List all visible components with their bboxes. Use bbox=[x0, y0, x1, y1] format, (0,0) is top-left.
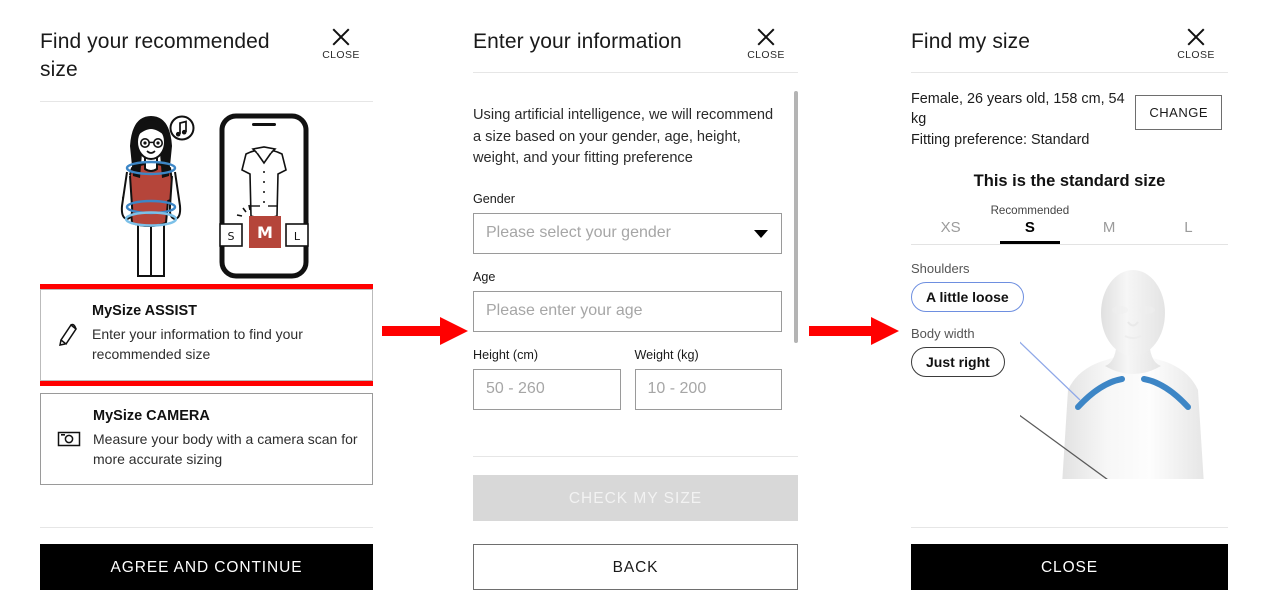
weight-label: Weight (kg) bbox=[634, 347, 699, 362]
height-label: Height (cm) bbox=[473, 347, 539, 362]
agree-and-continue-button[interactable]: AGREE AND CONTINUE bbox=[40, 544, 373, 590]
standard-size-headline: This is the standard size bbox=[973, 172, 1166, 191]
back-button[interactable]: BACK bbox=[473, 544, 798, 590]
option-card-mysize-camera[interactable]: MySize CAMERA Measure your body with a c… bbox=[40, 393, 373, 486]
close-icon bbox=[755, 26, 777, 48]
user-summary: Female, 26 years old, 158 cm, 54 kg Fitt… bbox=[911, 89, 1228, 150]
option-description: Enter your information to find your reco… bbox=[92, 326, 303, 363]
panel3-footer: CLOSE bbox=[911, 527, 1228, 614]
panel3-body: Female, 26 years old, 158 cm, 54 kg Fitt… bbox=[911, 73, 1228, 527]
fit-callout-shoulders: Shoulders A little loose bbox=[911, 261, 1024, 313]
fit-callout-body-width: Body width Just right bbox=[911, 326, 1005, 378]
height-field-group: Height (cm) bbox=[473, 348, 621, 410]
option-title: MySize CAMERA bbox=[93, 408, 210, 425]
size-tab-xs[interactable]: XS bbox=[911, 203, 990, 244]
fit-visualization: Shoulders A little loose Body width Just… bbox=[911, 261, 1228, 480]
close-button-label: CLOSE bbox=[322, 49, 360, 61]
sizing-illustration: M S L bbox=[40, 106, 373, 289]
recommended-spacer bbox=[911, 203, 990, 219]
weight-input[interactable] bbox=[634, 368, 782, 410]
recommended-badge: Recommended bbox=[990, 204, 1070, 218]
close-icon bbox=[1185, 26, 1207, 48]
check-my-size-button[interactable]: CHECK MY SIZE bbox=[473, 475, 798, 521]
size-tabs: XS Recommended S M L bbox=[911, 203, 1228, 246]
age-input[interactable] bbox=[473, 290, 782, 332]
user-summary-line2: Fitting preference: Standard bbox=[911, 131, 1090, 148]
size-tab-label: XS bbox=[940, 219, 961, 237]
size-tab-label: M bbox=[1102, 219, 1116, 237]
age-label: Age bbox=[473, 269, 496, 284]
close-button-label: CLOSE bbox=[747, 49, 785, 61]
panel1-header: Find your recommended size CLOSE bbox=[40, 0, 373, 103]
pencil-icon bbox=[54, 321, 82, 349]
form-scrollbar[interactable] bbox=[794, 90, 798, 343]
panel2-footer: CHECK MY SIZE BACK bbox=[473, 456, 798, 614]
fit-callout-label: Body width bbox=[911, 326, 975, 342]
fit-callout-label: Shoulders bbox=[911, 261, 970, 277]
user-summary-line1: Female, 26 years old, 158 cm, 54 kg bbox=[911, 90, 1125, 128]
panel2-header: Enter your information CLOSE bbox=[473, 0, 798, 73]
close-button[interactable]: CLOSE bbox=[317, 26, 365, 61]
panel-enter-your-information: Enter your information CLOSE Using artif… bbox=[473, 0, 798, 614]
option-description: Measure your body with a camera scan for… bbox=[93, 431, 358, 468]
arrow-panel1-to-panel2 bbox=[382, 317, 468, 345]
size-tab-label: S bbox=[1024, 219, 1035, 237]
size-tab-s[interactable]: Recommended S bbox=[990, 203, 1070, 245]
svg-text:S: S bbox=[228, 230, 235, 243]
change-button[interactable]: CHANGE bbox=[1135, 94, 1222, 130]
close-button[interactable]: CLOSE bbox=[742, 26, 790, 61]
panel3-header: Find my size CLOSE bbox=[911, 0, 1228, 73]
screenshot-stage: Find your recommended size CLOSE M S L M… bbox=[0, 0, 1280, 614]
gender-select[interactable] bbox=[473, 212, 782, 254]
svg-text:M: M bbox=[257, 223, 273, 242]
size-tab-l[interactable]: L bbox=[1149, 203, 1228, 244]
close-button[interactable]: CLOSE bbox=[1172, 26, 1220, 61]
recommended-spacer bbox=[1149, 203, 1228, 219]
camera-icon bbox=[55, 425, 83, 453]
close-button-label: CLOSE bbox=[1177, 49, 1215, 61]
arrow-panel2-to-panel3 bbox=[809, 317, 899, 345]
weight-field-group: Weight (kg) bbox=[634, 347, 782, 410]
fit-callout-value: A little loose bbox=[911, 282, 1024, 313]
option-card-mysize-assist[interactable]: MySize ASSIST Enter your information to … bbox=[40, 284, 373, 387]
size-tab-label: L bbox=[1184, 219, 1193, 237]
fit-callout-value: Just right bbox=[911, 347, 1005, 378]
close-panel-button[interactable]: CLOSE bbox=[911, 544, 1228, 590]
panel1-body: M S L MySize ASSIST Enter your informati… bbox=[40, 102, 373, 527]
close-icon bbox=[330, 26, 352, 48]
mannequin-illustration bbox=[1020, 270, 1204, 480]
svg-text:L: L bbox=[294, 230, 301, 243]
panel-find-recommended-size: Find your recommended size CLOSE M S L M… bbox=[40, 0, 373, 614]
age-field-group: Age bbox=[473, 270, 782, 332]
panel1-footer: AGREE AND CONTINUE bbox=[40, 527, 373, 614]
height-input[interactable] bbox=[473, 368, 621, 410]
user-summary-text: Female, 26 years old, 158 cm, 54 kg Fitt… bbox=[911, 89, 1129, 150]
panel-find-my-size-result: Find my size CLOSE Female, 26 years old,… bbox=[911, 0, 1228, 614]
height-weight-row: Height (cm) Weight (kg) bbox=[473, 348, 782, 410]
illustration-graphic: M S L bbox=[120, 113, 309, 279]
panel2-body: Using artificial intelligence, we will r… bbox=[473, 73, 798, 456]
page-title: Find your recommended size bbox=[40, 30, 270, 81]
page-title: Enter your information bbox=[473, 30, 682, 53]
recommended-spacer bbox=[1070, 203, 1149, 219]
page-title: Find my size bbox=[911, 30, 1031, 53]
gender-label: Gender bbox=[473, 191, 516, 206]
option-title: MySize ASSIST bbox=[92, 303, 198, 320]
gender-field-group: Gender bbox=[473, 192, 782, 254]
intro-description: Using artificial intelligence, we will r… bbox=[473, 107, 774, 167]
size-tab-m[interactable]: M bbox=[1070, 203, 1149, 244]
